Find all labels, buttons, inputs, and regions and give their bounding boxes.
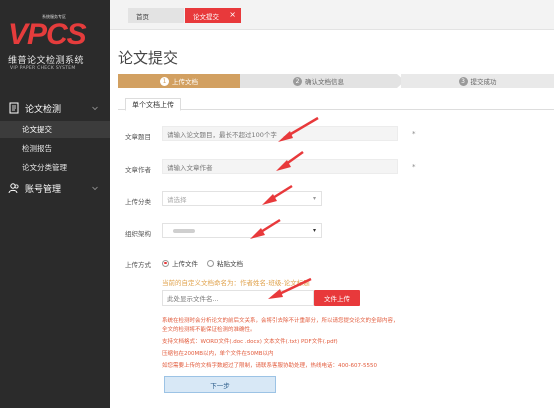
annotation-arrows: [250, 116, 319, 299]
